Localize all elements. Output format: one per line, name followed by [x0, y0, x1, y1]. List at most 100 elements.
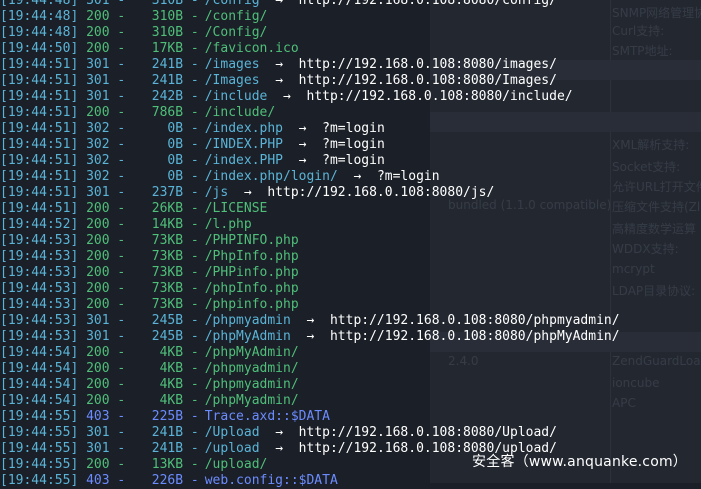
log-status-code: 302 [86, 169, 110, 184]
log-size: 245B [151, 329, 184, 344]
log-separator [260, 73, 276, 89]
log-separator [78, 9, 86, 25]
log-separator: - [183, 329, 199, 344]
log-separator [291, 313, 307, 329]
log-separator [78, 361, 86, 377]
log-timestamp: [19:44:51] [0, 57, 79, 72]
log-path: /phpmyadmin/ [204, 377, 299, 392]
log-separator: - [109, 41, 134, 56]
log-separator [78, 313, 86, 329]
log-separator: - [183, 265, 199, 280]
log-size: 14KB [151, 217, 184, 232]
log-line: [19:44:48] 200 - 310B -/config/ [0, 9, 701, 25]
log-separator: - [183, 89, 199, 104]
log-line: [19:44:51] 301 - 237B -/js → http://192.… [0, 185, 701, 201]
log-separator: - [183, 377, 199, 392]
log-status-code: 200 [86, 265, 110, 280]
log-redirect-target: ?m=login [322, 137, 385, 152]
log-separator [252, 185, 268, 201]
log-separator: - [183, 281, 199, 296]
log-separator [283, 73, 299, 89]
log-status-code: 200 [86, 105, 110, 120]
log-separator: - [109, 169, 134, 184]
log-size: 245B [151, 313, 184, 328]
log-path: /phpMyadmin/ [204, 393, 299, 408]
redirect-arrow-icon: → [275, 57, 284, 72]
log-separator: - [109, 105, 134, 120]
log-separator [361, 169, 377, 185]
log-separator [78, 169, 86, 185]
log-size: 241B [151, 73, 184, 88]
log-separator: - [183, 201, 199, 216]
log-line: [19:44:51] 302 - 0B -/index.php → ?m=log… [0, 121, 701, 137]
redirect-arrow-icon: → [298, 153, 307, 168]
log-line: [19:44:51] 301 - 241B -/Images → http://… [0, 73, 701, 89]
log-status-code: 200 [86, 393, 110, 408]
log-separator: - [109, 473, 134, 488]
log-separator: - [109, 297, 134, 312]
log-separator [78, 137, 86, 153]
log-line: [19:44:51] 200 - 786B -/include/ [0, 105, 701, 121]
log-redirect-target: http://192.168.0.108:8080/include/ [306, 89, 573, 104]
log-separator [78, 217, 86, 233]
log-size: 73KB [151, 265, 184, 280]
log-separator [307, 137, 323, 153]
log-timestamp: [19:44:51] [0, 105, 79, 120]
log-separator [78, 281, 86, 297]
redirect-arrow-icon: → [306, 329, 315, 344]
log-status-code: 403 [86, 473, 110, 488]
log-separator: - [183, 393, 199, 408]
log-status-code: 200 [86, 233, 110, 248]
log-separator: - [183, 9, 199, 24]
log-status-code: 200 [86, 201, 110, 216]
log-line: [19:44:51] 301 - 242B -/include → http:/… [0, 89, 701, 105]
log-status-code: 301 [86, 57, 110, 72]
log-size: 225B [151, 409, 184, 424]
log-timestamp: [19:44:51] [0, 201, 79, 216]
log-line: [19:44:51] 302 - 0B -/index.php/login/ →… [0, 169, 701, 185]
log-path: /index.php/login/ [204, 169, 338, 184]
log-line: [19:44:54] 200 - 4KB -/phpmyadmin/ [0, 377, 701, 393]
log-separator: - [183, 57, 199, 72]
log-separator [78, 473, 86, 489]
log-separator: - [109, 121, 134, 136]
log-size: 310B [151, 25, 184, 40]
log-separator [78, 121, 86, 137]
redirect-arrow-icon: → [243, 185, 252, 200]
log-separator [283, 425, 299, 441]
log-path: /phpmyadmin/ [204, 361, 299, 376]
log-redirect-target: http://192.168.0.108:8080/images/ [298, 57, 557, 72]
log-separator [78, 41, 86, 57]
log-separator [78, 265, 86, 281]
log-separator [338, 169, 354, 185]
log-separator: - [183, 121, 199, 136]
log-timestamp: [19:44:48] [0, 9, 79, 24]
log-size: 241B [151, 57, 184, 72]
log-separator: - [183, 361, 199, 376]
log-size: 26KB [151, 201, 184, 216]
log-size: 241B [151, 441, 184, 456]
log-separator [78, 409, 86, 425]
log-separator [283, 121, 299, 137]
log-size: 310B [151, 0, 184, 8]
terminal-output: [19:44:48] 301 - 310B -/config → http://… [0, 0, 701, 488]
log-size: 786B [151, 105, 184, 120]
log-redirect-target: http://192.168.0.108:8080/Upload/ [298, 425, 557, 440]
log-size: 0B [167, 153, 184, 168]
log-line: [19:44:51] 200 - 26KB -/LICENSE [0, 201, 701, 217]
log-separator: - [109, 441, 134, 456]
log-separator [78, 457, 86, 473]
log-separator [78, 425, 86, 441]
log-line: [19:44:53] 301 - 245B -/phpMyAdmin → htt… [0, 329, 701, 345]
log-timestamp: [19:44:54] [0, 361, 79, 376]
log-separator [78, 441, 86, 457]
log-redirect-target: ?m=login [322, 153, 385, 168]
log-line: [19:44:54] 200 - 4KB -/phpMyAdmin/ [0, 345, 701, 361]
log-separator: - [183, 425, 199, 440]
log-separator: - [109, 345, 134, 360]
log-path: /phpMyAdmin [204, 329, 291, 344]
redirect-arrow-icon: → [353, 169, 362, 184]
log-timestamp: [19:44:53] [0, 313, 79, 328]
log-line: [19:44:51] 302 - 0B -/INDEX.PHP → ?m=log… [0, 137, 701, 153]
log-timestamp: [19:44:53] [0, 265, 79, 280]
